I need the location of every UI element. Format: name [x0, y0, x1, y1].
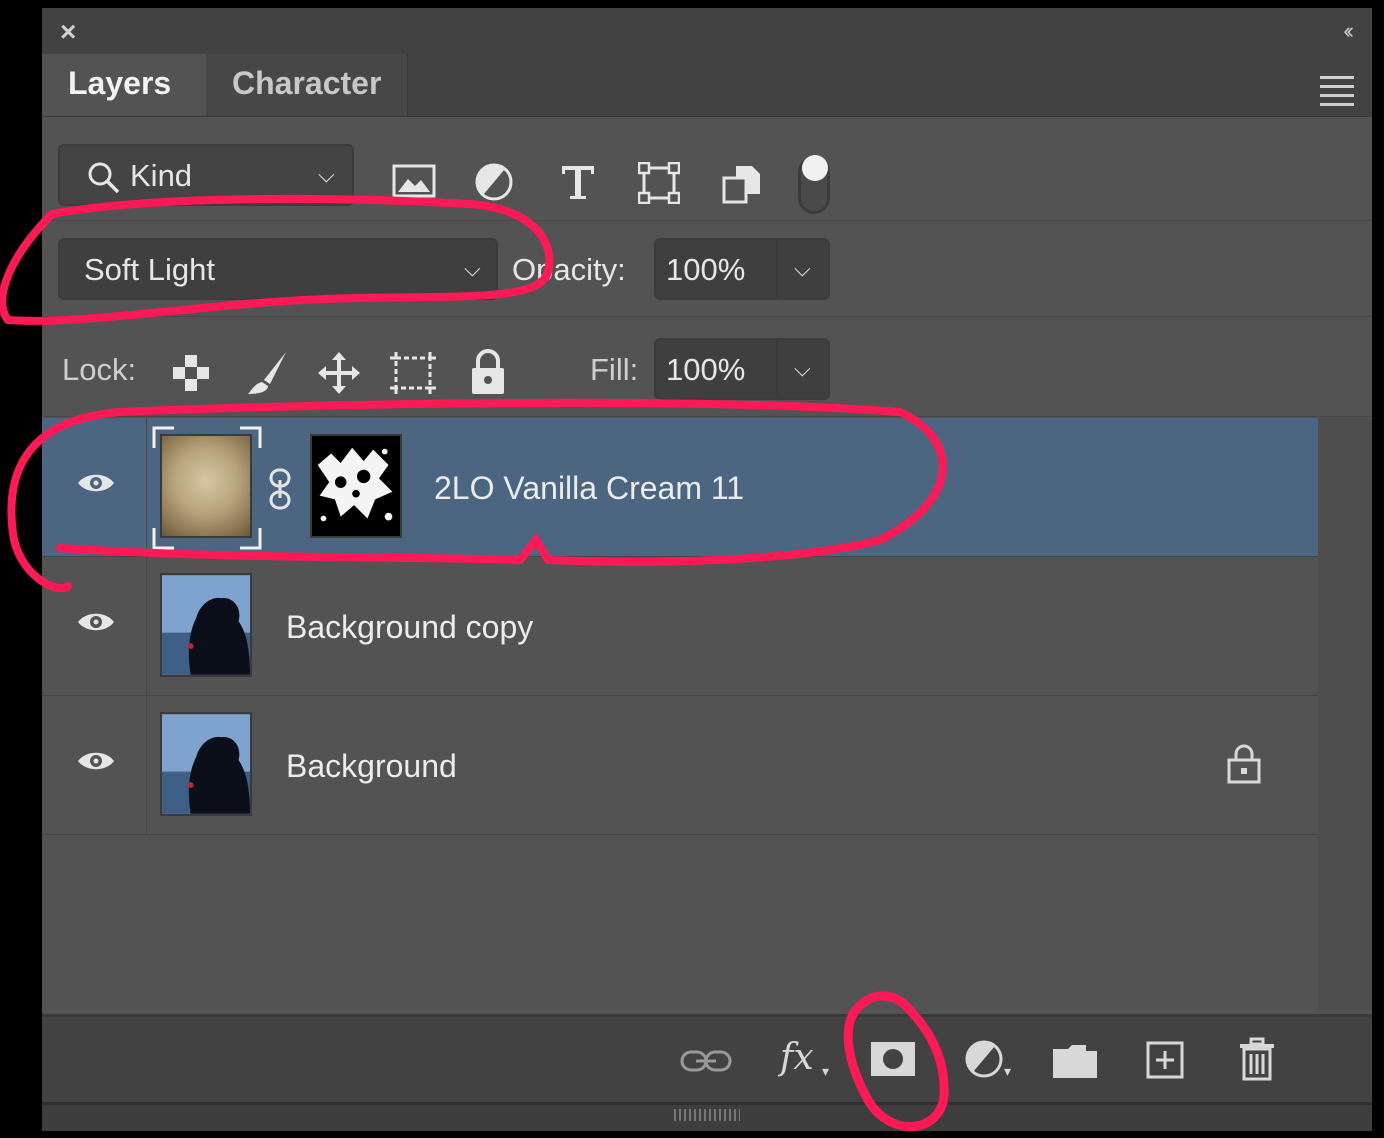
layer-thumbnail[interactable] — [160, 712, 252, 816]
selected-thumbnail-frame — [152, 426, 262, 550]
new-adjustment-layer-icon[interactable] — [964, 1039, 1004, 1079]
add-mask-icon[interactable] — [870, 1041, 916, 1077]
search-icon — [88, 162, 120, 194]
panel-tabbar: Layers Character — [42, 54, 1372, 117]
fill-label: Fill: — [590, 352, 639, 387]
layer-name[interactable]: 2LO Vanilla Cream 11 — [434, 470, 744, 507]
toggle-knob — [802, 155, 828, 181]
layer-thumbnail[interactable] — [160, 573, 252, 677]
eye-visibility-icon[interactable] — [76, 609, 116, 635]
smart-object-filter-icon[interactable] — [722, 164, 762, 204]
resize-grip-icon[interactable] — [674, 1109, 740, 1121]
layer-row-vanilla-cream[interactable]: 2LO Vanilla Cream 11 — [42, 418, 1318, 557]
chevron-down-icon: ⌵ — [464, 256, 481, 281]
eye-visibility-icon[interactable] — [76, 748, 116, 774]
lock-position-icon[interactable] — [316, 350, 362, 396]
filter-kind-select[interactable]: Kind ⌵ — [58, 144, 354, 206]
filter-kind-label: Kind — [130, 158, 193, 193]
blend-row: Soft Light ⌵ Opacity: 100% ⌵ — [42, 220, 1372, 317]
lock-image-pixels-icon[interactable] — [246, 350, 290, 396]
lock-all-icon[interactable] — [468, 348, 508, 396]
fill-dropdown-icon[interactable]: ⌵ — [794, 356, 811, 382]
lock-label: Lock: — [62, 352, 137, 387]
panel-resize-bar[interactable] — [42, 1102, 1372, 1131]
fill-value: 100% — [666, 352, 746, 387]
panel-titlebar: × ‹‹ — [42, 8, 1372, 54]
opacity-field[interactable]: 100% ⌵ — [654, 238, 830, 300]
collapse-panel-button[interactable]: ‹‹ — [1343, 20, 1353, 42]
filter-toggle-switch[interactable] — [798, 155, 830, 214]
image-filter-icon[interactable] — [392, 164, 436, 198]
lock-transparent-pixels-icon[interactable] — [172, 354, 210, 392]
layers-bottom-toolbar: fx ▾ ▾ — [42, 1014, 1372, 1105]
panel-menu-icon[interactable] — [1320, 76, 1354, 106]
opacity-label: Opacity: — [512, 252, 626, 287]
layers-panel: × ‹‹ Layers Character Kind ⌵ Soft Light … — [42, 8, 1372, 1131]
new-group-folder-icon[interactable] — [1052, 1043, 1098, 1079]
eye-visibility-icon[interactable] — [76, 470, 116, 496]
opacity-value: 100% — [666, 252, 746, 287]
layers-list: 2LO Vanilla Cream 11 Background copy Bac… — [42, 418, 1318, 1010]
layer-row-background-copy[interactable]: Background copy — [42, 557, 1318, 696]
adjustment-filter-icon[interactable] — [474, 162, 514, 202]
chevron-down-icon: ⌵ — [318, 162, 335, 187]
type-filter-icon[interactable] — [558, 162, 598, 202]
chain-link-icon[interactable] — [268, 468, 292, 510]
lock-artboard-icon[interactable] — [388, 350, 438, 396]
blend-mode-value: Soft Light — [84, 252, 215, 287]
layer-lock-icon[interactable] — [1226, 744, 1262, 784]
shape-filter-icon[interactable] — [638, 162, 680, 204]
layer-name[interactable]: Background — [286, 748, 457, 785]
new-layer-icon[interactable] — [1146, 1041, 1184, 1079]
close-panel-button[interactable]: × — [60, 18, 76, 46]
layer-mask-thumbnail[interactable] — [310, 434, 402, 538]
opacity-dropdown-icon[interactable]: ⌵ — [794, 256, 811, 282]
layers-scrollbar[interactable] — [1318, 418, 1372, 1010]
blend-mode-select[interactable]: Soft Light ⌵ — [58, 238, 498, 300]
layer-row-background[interactable]: Background — [42, 696, 1318, 835]
layer-style-fx-icon[interactable]: fx — [780, 1037, 814, 1078]
layer-name[interactable]: Background copy — [286, 609, 533, 646]
adjustment-menu-caret-icon: ▾ — [1004, 1063, 1012, 1079]
filter-row: Kind ⌵ — [42, 116, 1372, 221]
fx-menu-caret-icon: ▾ — [822, 1063, 830, 1079]
delete-layer-trash-icon[interactable] — [1238, 1037, 1276, 1081]
link-layers-icon[interactable] — [680, 1047, 732, 1075]
tab-character[interactable]: Character — [206, 54, 409, 116]
fill-field[interactable]: 100% ⌵ — [654, 338, 830, 400]
lock-row: Lock: Fill: 100% ⌵ — [42, 316, 1372, 417]
